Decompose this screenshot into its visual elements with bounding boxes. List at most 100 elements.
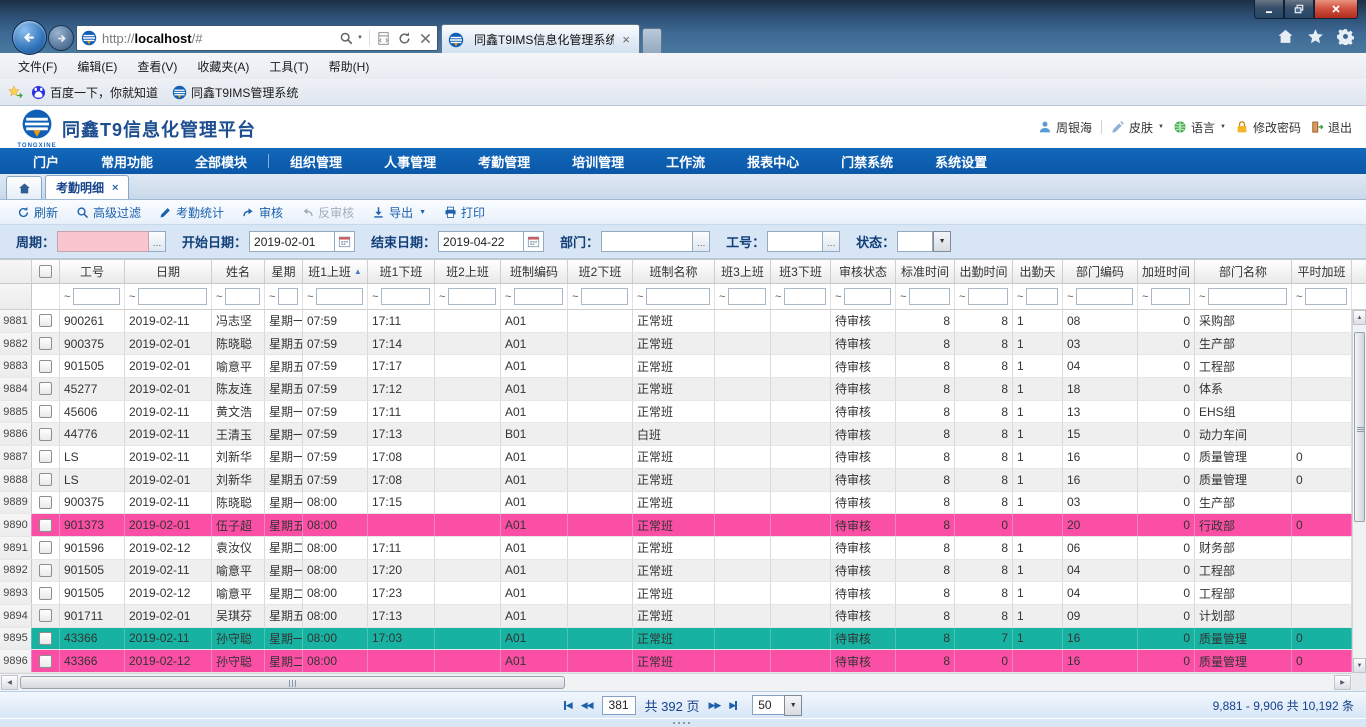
table-row[interactable]: 9896433662019-02-12孙守聪星期二08:00A01正常班待审核8… [0,650,1366,673]
calendar-icon[interactable] [335,231,355,252]
table-row[interactable]: 98929015052019-02-11喻意平星期一08:0017:20A01正… [0,560,1366,583]
column-header[interactable]: 星期 [265,260,303,283]
column-header[interactable]: 班1上班▲ [303,260,368,283]
status-select[interactable] [897,231,933,252]
nav-item[interactable]: 门禁系统 [820,152,914,171]
employee-no-input[interactable] [767,231,823,252]
employee-no-picker-button[interactable]: … [823,231,840,252]
column-header[interactable]: 班2上班 [435,260,501,283]
column-header[interactable]: 部门名称 [1195,260,1292,283]
nav-item[interactable]: 报表中心 [726,152,820,171]
nav-item[interactable]: 门户 [12,152,80,171]
column-header[interactable]: 标准时间 [896,260,955,283]
column-filter-input[interactable] [1151,288,1190,305]
row-checkbox[interactable] [39,473,52,486]
favorite-link[interactable]: 百度一下，你就知道 [31,84,158,101]
audit-button[interactable]: 审核 [233,204,292,221]
table-row[interactable]: 9884452772019-02-01陈友连星期五07:5917:12A01正常… [0,378,1366,401]
menu-item[interactable]: 工具(T) [259,58,318,75]
menu-item[interactable]: 编辑(E) [67,58,127,75]
column-filter-input[interactable] [581,288,628,305]
page-size-dropdown-icon[interactable]: ▼ [784,695,802,716]
status-dropdown-icon[interactable]: ▼ [933,231,951,252]
table-row[interactable]: 98939015052019-02-12喻意平星期二08:0017:23A01正… [0,582,1366,605]
table-row[interactable]: 98909013732019-02-01伍子超星期五08:00A01正常班待审核… [0,514,1366,537]
compatibility-view-icon[interactable] [376,31,391,46]
column-filter-input[interactable] [278,288,298,305]
column-filter-input[interactable] [728,288,766,305]
horizontal-scroll-thumb[interactable] [20,676,565,689]
address-bar[interactable]: http://localhost/# ▼ [76,25,438,51]
column-header[interactable]: 审核状态 [831,260,896,283]
column-filter-input[interactable] [909,288,950,305]
menu-item[interactable]: 文件(F) [8,58,67,75]
row-checkbox[interactable] [39,632,52,645]
menu-item[interactable]: 帮助(H) [319,58,380,75]
row-checkbox[interactable] [39,564,52,577]
row-checkbox[interactable] [39,450,52,463]
row-checkbox[interactable] [39,337,52,350]
row-checkbox[interactable] [39,655,52,668]
column-filter-input[interactable] [448,288,496,305]
prev-page-button[interactable]: ◀◀ [581,700,593,711]
table-row[interactable]: 98839015052019-02-01喻意平星期五07:5917:17A01正… [0,355,1366,378]
gear-icon[interactable] [1337,28,1354,45]
column-filter-input[interactable] [844,288,891,305]
row-checkbox[interactable] [39,428,52,441]
advanced-filter-button[interactable]: 高级过滤 [67,204,150,221]
table-row[interactable]: 9887LS2019-02-11刘新华星期一07:5917:08A01正常班待审… [0,446,1366,469]
column-filter-input[interactable] [1305,288,1347,305]
column-filter-input[interactable] [73,288,120,305]
row-checkbox[interactable] [39,314,52,327]
add-favorite-icon[interactable] [8,85,23,100]
window-maximize-button[interactable] [1284,0,1314,19]
logout-button[interactable]: 退出 [1310,119,1352,136]
menu-item[interactable]: 查看(V) [127,58,187,75]
column-filter-input[interactable] [514,288,563,305]
table-row[interactable]: 9885456062019-02-11黄文浩星期一07:5917:11A01正常… [0,401,1366,424]
back-button[interactable] [12,20,47,55]
period-input[interactable] [57,231,149,252]
department-input[interactable] [601,231,693,252]
period-picker-button[interactable]: … [149,231,166,252]
column-header[interactable]: 姓名 [212,260,265,283]
calendar-icon[interactable] [524,231,544,252]
window-close-button[interactable] [1314,0,1358,19]
tab-close-icon[interactable]: × [619,32,633,47]
refresh-button[interactable]: 刷新 [8,204,67,221]
favorite-link[interactable]: 同鑫T9IMS管理系统 [172,84,298,101]
export-button[interactable]: 导出▼ [363,204,435,221]
vertical-scroll-thumb[interactable] [1354,332,1365,522]
page-size-input[interactable] [752,695,784,715]
scroll-up-icon[interactable]: ▲ [1353,310,1366,325]
nav-item[interactable]: 培训管理 [551,152,645,171]
menu-item[interactable]: 收藏夹(A) [187,58,259,75]
row-checkbox[interactable] [39,519,52,532]
column-header[interactable]: 出勤时间 [955,260,1013,283]
page-number-input[interactable] [602,696,636,715]
table-row[interactable]: 9895433662019-02-11孙守聪星期一08:0017:03A01正常… [0,628,1366,651]
nav-item[interactable]: 人事管理 [363,152,457,171]
table-row[interactable]: 9886447762019-02-11王清玉星期一07:5917:13B01白班… [0,423,1366,446]
window-minimize-button[interactable] [1254,0,1284,19]
table-row[interactable]: 98899003752019-02-11陈晓聪星期一08:0017:15A01正… [0,492,1366,515]
column-filter-input[interactable] [381,288,430,305]
row-checkbox[interactable] [39,496,52,509]
scroll-left-icon[interactable]: ◀ [1,675,18,690]
browser-tab[interactable]: 同鑫T9IMS信息化管理系统 × [441,24,640,54]
search-dropdown-icon[interactable]: ▼ [357,35,363,41]
column-header[interactable]: 出勤天 [1013,260,1063,283]
scroll-right-icon[interactable]: ▶ [1334,675,1351,690]
nav-item[interactable]: 系统设置 [914,152,1008,171]
home-tab[interactable] [6,176,42,199]
last-page-button[interactable]: ▶ [729,700,737,711]
close-tab-icon[interactable]: × [112,182,118,194]
end-date-input[interactable] [438,231,524,252]
nav-item[interactable]: 组织管理 [269,152,363,171]
table-row[interactable]: 98949017112019-02-01吴琪芬星期五08:0017:13A01正… [0,605,1366,628]
column-header[interactable]: 班制编码 [501,260,568,283]
column-header[interactable]: 日期 [125,260,212,283]
change-password-button[interactable]: 修改密码 [1235,119,1301,136]
column-header[interactable]: 加班时间 [1138,260,1195,283]
home-icon[interactable] [1277,28,1294,45]
